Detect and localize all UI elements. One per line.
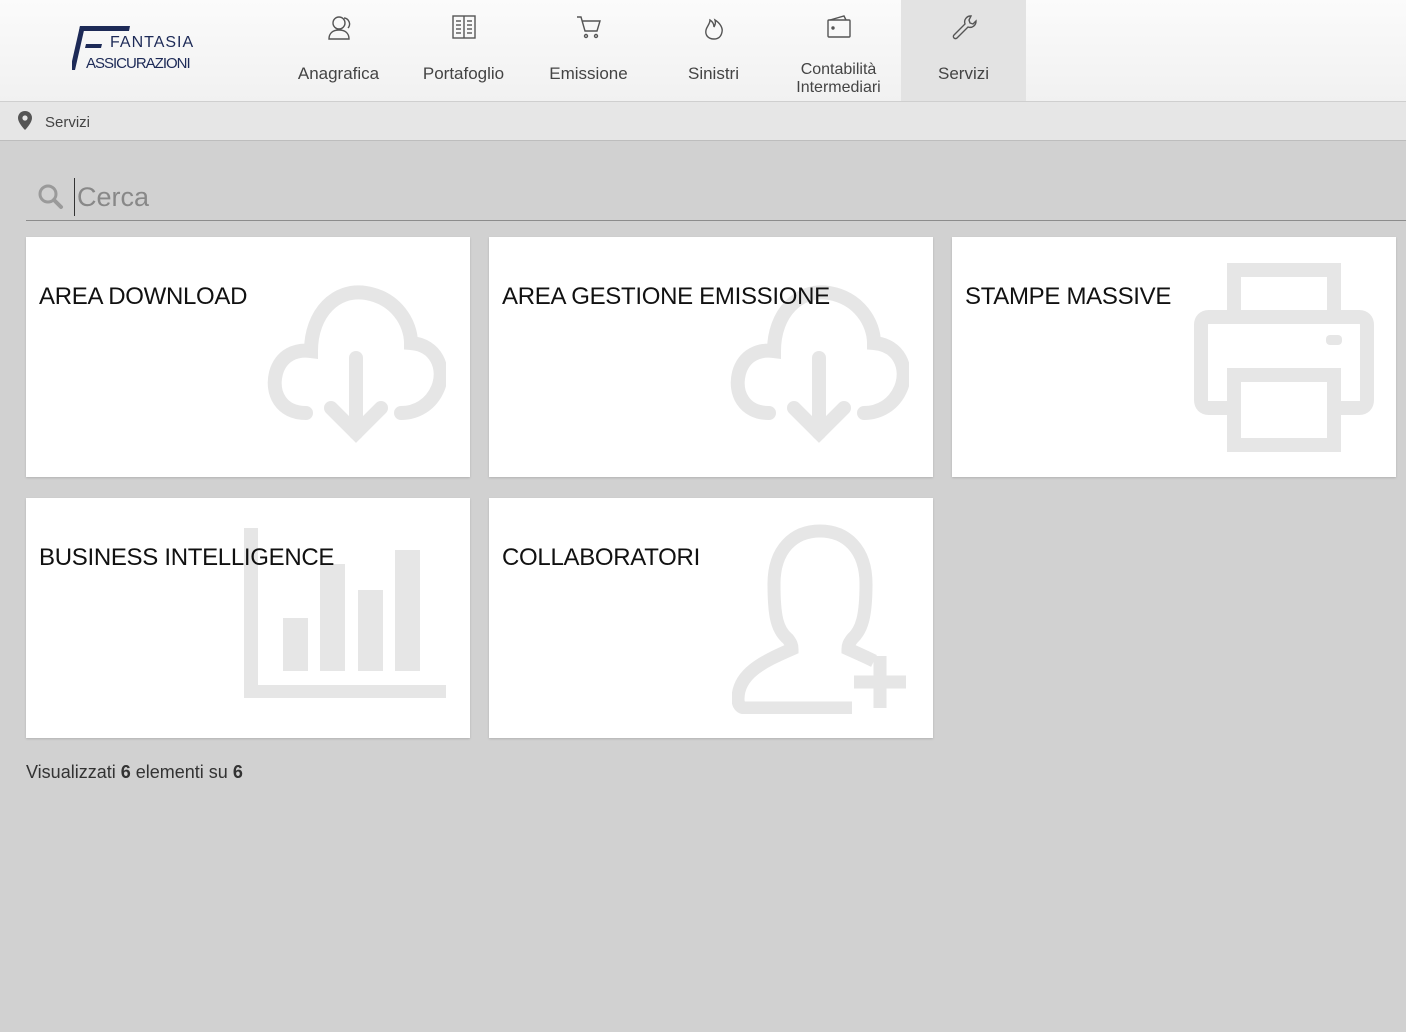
results-prefix: Visualizzati xyxy=(26,762,116,782)
card-area-gestione-emissione[interactable]: AREA GESTIONE EMISSIONE xyxy=(489,237,933,477)
wallet-icon xyxy=(826,15,851,38)
book-icon xyxy=(451,15,476,39)
nav-servizi-label: Servizi xyxy=(937,64,989,83)
results-total: 6 xyxy=(232,762,243,782)
nav-servizi[interactable]: Servizi xyxy=(901,0,1026,101)
search-icon[interactable] xyxy=(38,184,64,210)
card-title: AREA GESTIONE EMISSIONE xyxy=(502,283,830,310)
top-navbar: FANTASIA ASSICURAZIONI Anagrafica Portaf… xyxy=(0,0,1406,102)
wrench-icon xyxy=(952,15,977,40)
nav-contabilita-intermediari[interactable]: Contabilità Intermediari xyxy=(776,0,901,101)
user-add-icon xyxy=(732,524,906,714)
nav-emissione[interactable]: Emissione xyxy=(526,0,651,101)
logo-line2: ASSICURAZIONI xyxy=(86,55,191,72)
location-pin-icon xyxy=(18,111,32,130)
results-middle: elementi su xyxy=(135,762,228,782)
card-title: COLLABORATORI xyxy=(502,544,700,571)
nav-anagrafica[interactable]: Anagrafica xyxy=(276,0,401,101)
card-title: STAMPE MASSIVE xyxy=(965,283,1172,310)
card-stampe-massive[interactable]: STAMPE MASSIVE xyxy=(952,237,1396,477)
cart-icon xyxy=(576,16,601,39)
card-title: AREA DOWNLOAD xyxy=(39,283,248,310)
search-bar xyxy=(26,172,1406,221)
nav-sinistri-label: Sinistri xyxy=(687,64,739,83)
company-logo[interactable]: FANTASIA ASSICURAZIONI xyxy=(72,22,207,74)
nav-anagrafica-label: Anagrafica xyxy=(297,64,380,83)
logo-line1: FANTASIA xyxy=(110,34,195,51)
breadcrumb-current[interactable]: Servizi xyxy=(45,114,90,131)
card-collaboratori[interactable]: COLLABORATORI xyxy=(489,498,933,738)
cloud-download-icon xyxy=(267,285,446,443)
nav-portafoglio[interactable]: Portafoglio xyxy=(401,0,526,101)
results-count: Visualizzati 6 elementi su 6 xyxy=(26,762,243,783)
printer-icon xyxy=(1194,263,1374,452)
users-icon xyxy=(327,16,350,40)
nav-sinistri[interactable]: Sinistri xyxy=(651,0,776,101)
fire-icon xyxy=(704,18,723,40)
breadcrumb: Servizi xyxy=(0,102,1406,141)
card-area-download[interactable]: AREA DOWNLOAD xyxy=(26,237,470,477)
card-title: BUSINESS INTELLIGENCE xyxy=(39,544,335,571)
search-input[interactable] xyxy=(74,178,1379,216)
card-business-intelligence[interactable]: BUSINESS INTELLIGENCE xyxy=(26,498,470,738)
nav-emissione-label: Emissione xyxy=(549,64,628,83)
nav-portafoglio-label: Portafoglio xyxy=(422,64,505,83)
results-shown: 6 xyxy=(120,762,131,782)
nav-contabilita-label: Contabilità Intermediari xyxy=(796,61,881,96)
